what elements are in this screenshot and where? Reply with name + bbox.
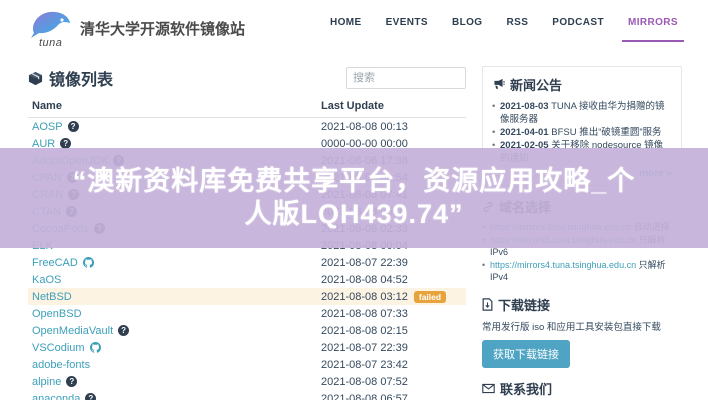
table-row: VSCodium 2021-08-07 22:39 — [28, 339, 466, 356]
domain-link[interactable]: https://mirrors4.tuna.tsinghua.edu.cn — [490, 260, 636, 270]
megaphone-icon — [492, 78, 505, 91]
logo-wordmark: tuna — [39, 37, 62, 49]
last-update: 2021-08-08 00:13 — [321, 121, 408, 133]
table-row: alpine? 2021-08-08 07:52 — [28, 373, 466, 390]
last-update: 2021-08-08 06:57 — [321, 393, 408, 400]
mirror-link[interactable]: anaconda — [32, 393, 80, 400]
download-desc: 常用发行版 iso 和应用工具安装包直接下载 — [482, 319, 682, 333]
news-item[interactable]: 2021-08-03 TUNA 接收由华为捐赠的镜像服务器 — [492, 100, 672, 126]
table-row: NetBSD 2021-08-08 03:12 failed — [28, 288, 466, 305]
package-cube-icon — [28, 71, 43, 86]
last-update: 2021-08-07 22:39 — [321, 257, 408, 269]
column-last-update: Last Update — [321, 100, 466, 112]
nav-item-podcast[interactable]: PODCAST — [552, 11, 604, 46]
spam-text-line1: “澳新资料库免费共享平台，资源应用攻略_个 — [73, 165, 636, 198]
top-header: tuna 清华大学开源软件镜像站 HOME EVENTS BLOG RSS PODCAS… — [0, 0, 708, 56]
table-row: FreeCAD 2021-08-07 22:39 — [28, 254, 466, 271]
nav-item-home[interactable]: HOME — [330, 11, 362, 46]
failed-badge: failed — [414, 291, 446, 303]
download-section: 下载链接 常用发行版 iso 和应用工具安装包直接下载 获取下载链接 — [482, 295, 682, 368]
spam-text-overlay: “澳新资料库免费共享平台，资源应用攻略_个 人版LQH439.74” — [0, 148, 708, 248]
last-update: 2021-08-07 22:39 — [321, 342, 408, 354]
mail-icon — [482, 383, 495, 394]
mirror-link[interactable]: adobe-fonts — [32, 359, 90, 371]
contact-section: 联系我们 意见反馈https://github.com/tuna/issues发… — [482, 379, 682, 400]
github-icon[interactable] — [83, 257, 94, 268]
github-icon[interactable] — [90, 342, 101, 353]
nav-item-mirrors[interactable]: MIRRORS — [628, 11, 678, 46]
table-row: adobe-fonts 2021-08-07 23:42 — [28, 356, 466, 373]
mirror-link[interactable]: OpenBSD — [32, 308, 82, 320]
last-update: 2021-08-08 02:15 — [321, 325, 408, 337]
table-row: anaconda? 2021-08-08 06:57 — [28, 390, 466, 400]
news-item[interactable]: 2021-04-01 BFSU 推出“破镜重圆”服务 — [492, 126, 672, 139]
mirror-link[interactable]: alpine — [32, 376, 61, 388]
last-update: 2021-08-07 23:42 — [321, 359, 408, 371]
mirror-link[interactable]: NetBSD — [32, 291, 72, 303]
contact-title: 联系我们 — [500, 379, 552, 398]
download-file-icon — [482, 298, 493, 311]
last-update: 2021-08-08 04:52 — [321, 274, 408, 286]
search-input[interactable] — [346, 67, 466, 89]
table-row: AOSP? 2021-08-08 00:13 — [28, 118, 466, 135]
nav-item-events[interactable]: EVENTS — [386, 11, 428, 46]
mirror-link[interactable]: AOSP — [32, 121, 63, 133]
mirror-link[interactable]: VSCodium — [32, 342, 85, 354]
help-icon[interactable]: ? — [118, 325, 129, 336]
main-nav: HOME EVENTS BLOG RSS PODCAST MIRRORS — [330, 11, 678, 46]
news-date: 2021-08-03 — [500, 101, 549, 112]
news-title: 新闻公告 — [510, 75, 562, 94]
mirror-link[interactable]: OpenMediaVault — [32, 325, 113, 337]
table-row: OpenBSD 2021-08-08 07:33 — [28, 305, 466, 322]
tuna-fish-logo-icon: tuna — [28, 7, 72, 49]
download-title: 下载链接 — [498, 295, 550, 314]
table-header: Name Last Update — [28, 90, 466, 118]
table-row: KaOS 2021-08-08 04:52 — [28, 271, 466, 288]
help-icon[interactable]: ? — [66, 376, 77, 387]
mirror-link[interactable]: KaOS — [32, 274, 61, 286]
brand[interactable]: tuna 清华大学开源软件镜像站 — [28, 7, 245, 49]
column-name: Name — [32, 100, 321, 112]
table-row: OpenMediaVault? 2021-08-08 02:15 — [28, 322, 466, 339]
get-download-links-button[interactable]: 获取下载链接 — [482, 340, 570, 368]
mirror-list-title: 镜像列表 — [49, 66, 113, 90]
site-title: 清华大学开源软件镜像站 — [80, 18, 245, 39]
nav-item-blog[interactable]: BLOG — [452, 11, 483, 46]
mirror-link[interactable]: FreeCAD — [32, 257, 78, 269]
spam-text-line2: 人版LQH439.74” — [244, 198, 463, 231]
last-update: 2021-08-08 07:52 — [321, 376, 408, 388]
last-update: 2021-08-08 07:33 — [321, 308, 408, 320]
help-icon[interactable]: ? — [68, 121, 79, 132]
news-date: 2021-04-01 — [500, 127, 549, 138]
domain-item: https://mirrors4.tuna.tsinghua.edu.cn 只解… — [482, 259, 682, 284]
help-icon[interactable]: ? — [85, 393, 96, 400]
nav-item-rss[interactable]: RSS — [507, 11, 529, 46]
last-update: 2021-08-08 03:12 — [321, 291, 408, 303]
